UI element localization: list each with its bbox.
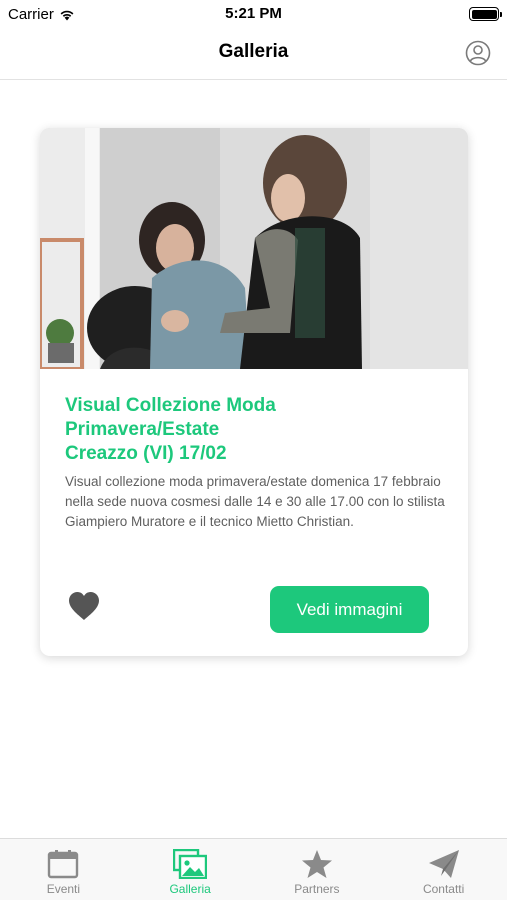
view-images-button[interactable]: Vedi immagini [270, 586, 429, 633]
gallery-card: Visual Collezione Moda Primavera/Estate … [40, 128, 468, 656]
gallery-icon [173, 849, 208, 879]
tab-bar: Eventi Galleria Partners Contatti [0, 838, 507, 900]
tab-galleria[interactable]: Galleria [127, 839, 254, 900]
star-icon [301, 850, 332, 878]
battery-icon [469, 7, 502, 21]
card-title-line: Visual Collezione Moda [65, 395, 276, 416]
tab-label: Partners [294, 882, 340, 896]
tab-partners[interactable]: Partners [254, 839, 381, 900]
tab-label: Galleria [169, 882, 211, 896]
tab-label: Contatti [422, 882, 465, 896]
tab-label: Eventi [46, 882, 81, 896]
status-bar: Carrier 5:21 PM [0, 0, 507, 28]
calendar-icon [48, 850, 79, 879]
tab-eventi[interactable]: Eventi [0, 839, 127, 900]
user-circle-icon[interactable] [465, 40, 491, 66]
status-time: 5:21 PM [225, 5, 282, 22]
page-title: Galleria [218, 41, 289, 62]
card-description: Visual collezione moda primavera/estate … [65, 474, 445, 529]
tab-contatti[interactable]: Contatti [380, 839, 507, 900]
card-title: Visual Collezione Moda Primavera/Estate … [65, 394, 445, 466]
card-title-line: Primavera/Estate [65, 419, 220, 440]
paper-plane-icon [428, 850, 459, 878]
event-photo[interactable] [40, 128, 468, 369]
card-title-line: Creazzo (VI) 17/02 [65, 443, 227, 464]
heart-icon[interactable] [67, 590, 101, 622]
navigation-bar: Galleria [0, 28, 507, 80]
